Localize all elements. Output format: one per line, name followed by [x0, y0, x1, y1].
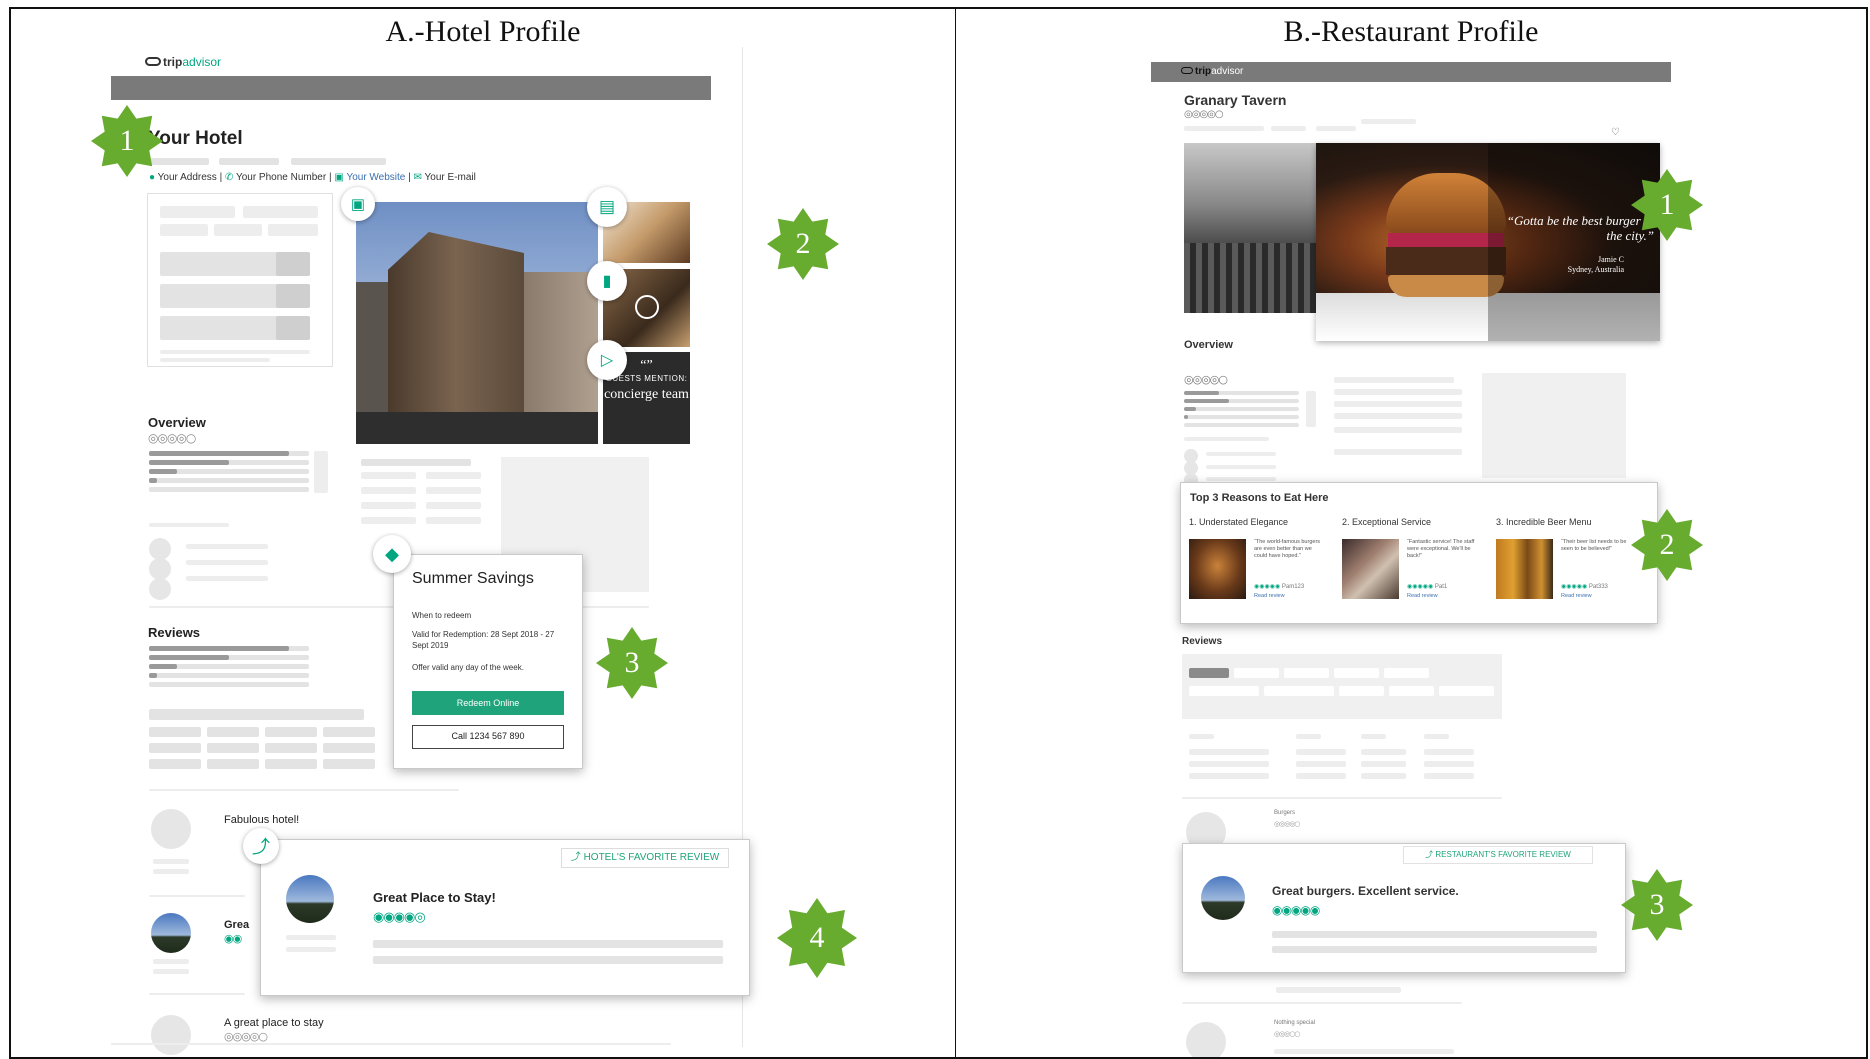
avatar [151, 1015, 191, 1055]
save-heart-icon[interactable]: ♡ [1611, 127, 1620, 138]
reason-item: 3. Incredible Beer Menu “Their beer list… [1496, 517, 1651, 617]
callout-1: 1 [91, 105, 163, 177]
owl-icon [1181, 67, 1193, 74]
reason-item: 1. Understated Elegance “The world-famou… [1189, 517, 1339, 617]
reason-photo [1496, 539, 1553, 599]
slideshow-icon[interactable]: ▷ [587, 340, 627, 380]
reason-item: 2. Exceptional Service “Fantastic servic… [1342, 517, 1492, 617]
play-icon[interactable] [635, 295, 659, 319]
gallery-icon[interactable]: ▤ [587, 187, 627, 227]
header-bar [111, 76, 711, 100]
avatar [1186, 1022, 1226, 1057]
read-review-link[interactable]: Read review [1407, 593, 1438, 599]
callout-2: 2 [767, 208, 839, 280]
panel-hotel-profile: A.-Hotel Profile tripadvisor Your Hotel … [9, 7, 957, 1059]
review-title: Fabulous hotel! [224, 814, 300, 826]
top-reasons-title: Top 3 Reasons to Eat Here [1190, 492, 1329, 504]
panel-title: B.-Restaurant Profile [1283, 15, 1539, 48]
favorite-review-title: Great Place to Stay! [373, 890, 496, 905]
reason-quote: “Fantastic service! The staff were excep… [1407, 539, 1475, 559]
review-snippet: Burgers [1274, 810, 1296, 816]
location-pin-icon: ● [149, 172, 156, 183]
hero-quote: “Gotta be the best burger in the city.” [1506, 213, 1654, 243]
panel-title: A.-Hotel Profile [385, 15, 581, 48]
map-placeholder [1482, 373, 1626, 478]
pin-icon[interactable]: ⤴ [243, 828, 279, 864]
address-text: Your Address [157, 172, 217, 183]
avatar [151, 809, 191, 849]
overview-rating: ◎◎◎◎○ [148, 431, 196, 445]
offer-title: Summer Savings [412, 570, 534, 587]
reason-quote: “Their beer list needs to be seen to be … [1561, 539, 1627, 552]
quote-location: Sydney, Australia [1567, 265, 1624, 274]
favorite-review-card: ⤴ HOTEL'S FAVORITE REVIEW Great Place to… [260, 839, 750, 996]
favorite-review-badge: ⤴ HOTEL'S FAVORITE REVIEW [561, 848, 729, 868]
hotel-main-photo[interactable] [356, 202, 598, 444]
tag-icon[interactable]: ◆ [373, 535, 411, 573]
reason-photo [1189, 539, 1246, 599]
favorite-review-badge: ⤴ RESTAURANT'S FAVORITE REVIEW [1403, 846, 1593, 864]
callout-4: 4 [777, 898, 857, 978]
reviews-filter-panel [1182, 654, 1502, 719]
email-icon: ✉ [413, 172, 422, 183]
read-review-link[interactable]: Read review [1254, 593, 1285, 599]
special-offer-card: Summer Savings When to redeem Valid for … [393, 554, 583, 769]
photo-icon[interactable]: ▣ [341, 187, 375, 221]
review-title: Grea [224, 919, 250, 931]
reason-label: 1. Understated Elegance [1189, 517, 1289, 527]
phone-text: Your Phone Number [235, 172, 327, 183]
reason-label: 3. Incredible Beer Menu [1496, 517, 1592, 527]
pin-icon: ⤴ [570, 852, 584, 863]
review-snippet: Nothing special [1274, 1020, 1316, 1026]
video-camera-icon[interactable]: ▮ [587, 261, 627, 301]
favorite-review-card: ⤴ RESTAURANT'S FAVORITE REVIEW Great bur… [1182, 843, 1626, 973]
reason-label: 2. Exceptional Service [1342, 517, 1432, 527]
reviews-heading: Reviews [148, 625, 201, 640]
hotel-name: Your Hotel [148, 128, 243, 149]
favorite-review-title: Great burgers. Excellent service. [1272, 884, 1459, 898]
contact-row: ● Your Address | ✆ Your Phone Number | ▣… [149, 172, 476, 183]
email-text: Your E-mail [424, 172, 476, 183]
overview-heading: Overview [1184, 339, 1233, 351]
reason-quote: “The world-famous burgers are even bette… [1254, 539, 1321, 559]
reviewer-avatar [151, 913, 191, 953]
offer-note: Offer valid any day of the week. [412, 663, 524, 672]
burger-photo[interactable]: “Gotta be the best burger in the city.” … [1316, 143, 1660, 341]
reviews-heading: Reviews [1182, 636, 1223, 647]
offer-when-label: When to redeem [412, 611, 472, 620]
overview-heading: Overview [148, 415, 206, 430]
reviewer-avatar [1201, 876, 1245, 920]
favorite-review-rating: ◉◉◉◉◎ [373, 910, 426, 925]
quote-author: Jamie C [1598, 255, 1624, 264]
reason-photo [1342, 539, 1399, 599]
call-button[interactable]: Call 1234 567 890 [412, 725, 564, 749]
phone-icon: ✆ [224, 172, 234, 183]
owl-icon [145, 57, 161, 66]
offer-validity: Valid for Redemption: 28 Sept 2018 - 27 … [412, 630, 555, 650]
header-bar: tripadvisor [1151, 62, 1671, 82]
booking-card [147, 193, 333, 367]
restaurant-name: Granary Tavern [1184, 92, 1287, 108]
website-link[interactable]: Your Website [346, 172, 405, 183]
callout-3: 3 [1621, 869, 1693, 941]
pin-icon: ⤴ [1425, 850, 1436, 859]
favorite-review-rating: ◉◉◉◉◉ [1272, 903, 1320, 917]
top-reasons-card: Top 3 Reasons to Eat Here 1. Understated… [1180, 482, 1658, 624]
restaurant-exterior-photo[interactable] [1184, 143, 1324, 313]
restaurant-rating: ◎◎◎◎○ [1184, 109, 1224, 120]
laptop-icon: ▣ [334, 172, 344, 183]
tripadvisor-logo: tripadvisor [145, 55, 221, 69]
reviewer-avatar [286, 875, 334, 923]
overview-rating: ◎◎◎◎○ [1184, 373, 1228, 386]
redeem-online-button[interactable]: Redeem Online [412, 691, 564, 715]
review-title: A great place to stay [224, 1017, 324, 1029]
read-review-link[interactable]: Read review [1561, 593, 1592, 599]
panel-restaurant-profile: B.-Restaurant Profile tripadvisor Granar… [956, 7, 1868, 1059]
